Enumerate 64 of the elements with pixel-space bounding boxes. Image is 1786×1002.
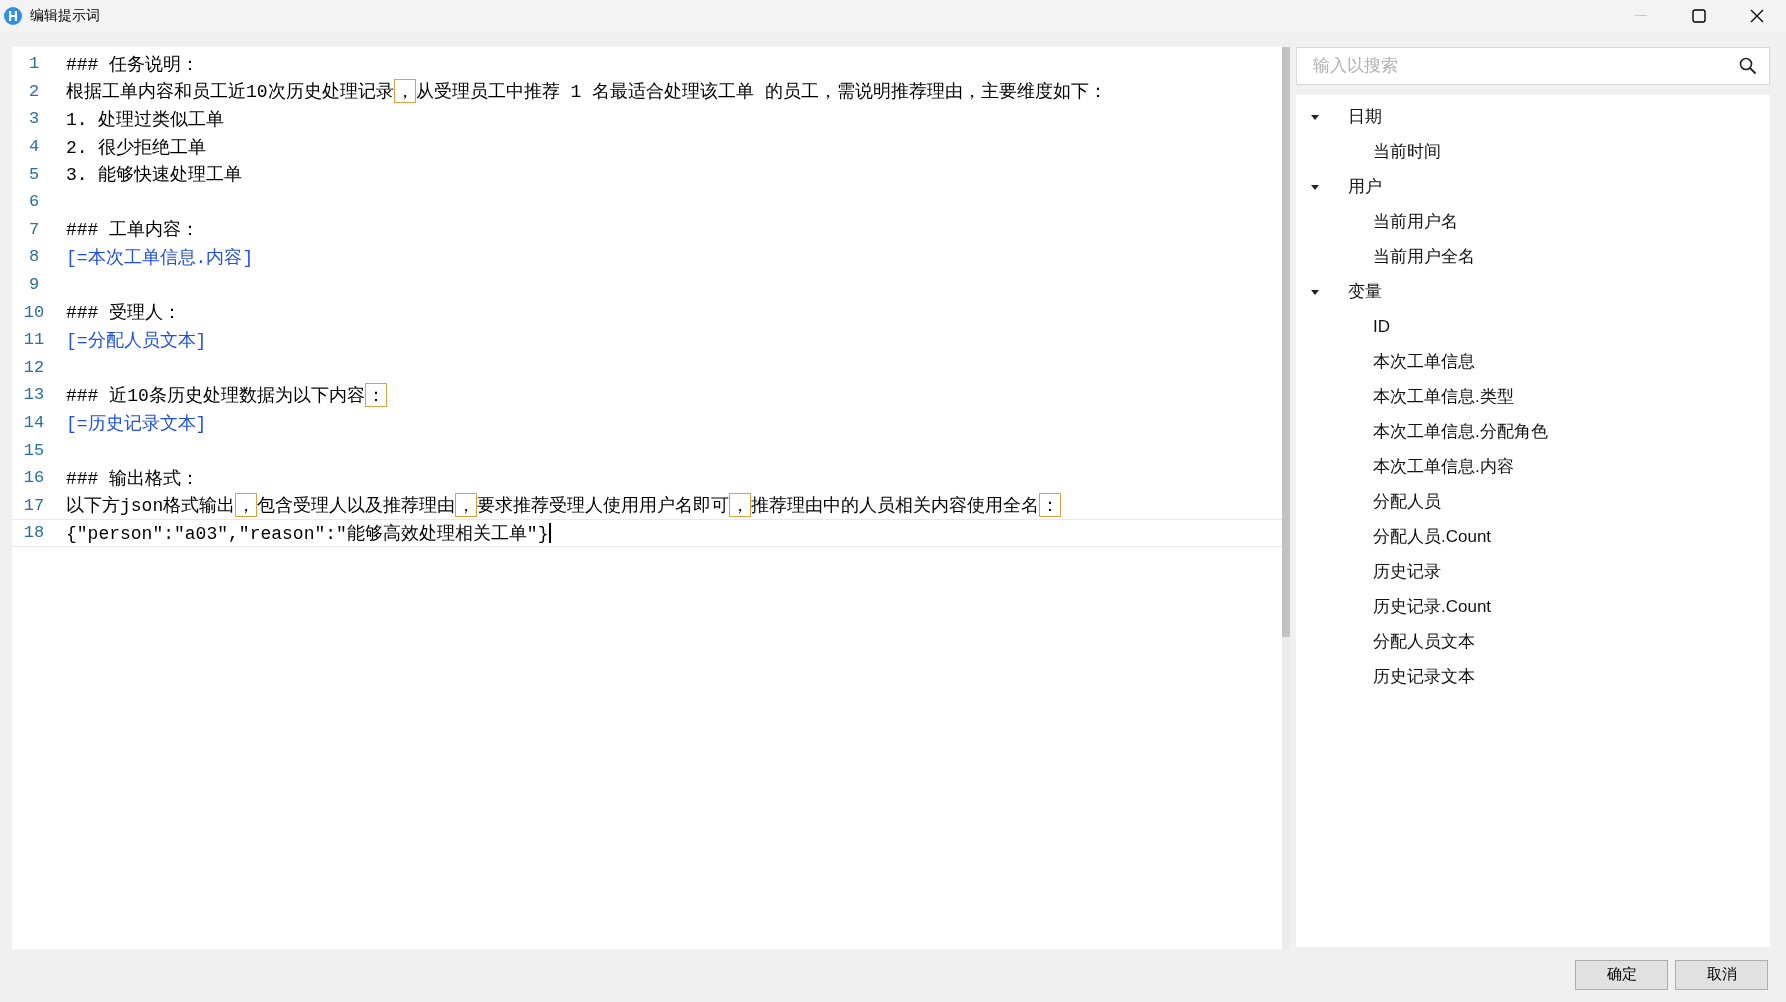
code-line: 1. 处理过类似工单 [66, 109, 225, 131]
tree-item[interactable]: ID [1296, 309, 1770, 344]
tree-item[interactable]: 分配人员 [1296, 484, 1770, 519]
tree-item[interactable]: 历史记录.Count [1296, 589, 1770, 624]
tree-group[interactable]: 用户 [1296, 169, 1770, 204]
line-number: 18 [22, 523, 46, 543]
code-line: ### 工单内容： [66, 219, 200, 242]
maximize-icon [1692, 9, 1706, 23]
code-line: 3. 能够快速处理工单 [66, 164, 243, 187]
line-number: 2 [27, 81, 41, 101]
tree-item[interactable]: 本次工单信息.内容 [1296, 449, 1770, 484]
code-line: ### 输出格式： [66, 467, 200, 490]
minimize-icon [1635, 15, 1647, 17]
code-line: 以下方json格式输出，包含受理人以及推荐理由，要求推荐受理人使用用户名即可，推荐理由中的人员相关内容使用全名： [66, 493, 1062, 518]
code-line: [=历史记录文本] [66, 412, 207, 435]
tree-item[interactable]: 分配人员.Count [1296, 519, 1770, 554]
scrollbar-track[interactable] [1282, 47, 1290, 949]
line-number: 15 [22, 440, 46, 460]
line-number: 7 [27, 219, 41, 239]
line-number: 11 [22, 330, 46, 350]
search-input[interactable]: 输入以搜索 [1311, 55, 1739, 77]
tree-item[interactable]: 分配人员文本 [1296, 624, 1770, 659]
code-line: 2. 很少拒绝工单 [66, 136, 207, 159]
scrollbar-thumb[interactable] [1282, 47, 1290, 637]
code-line: ### 任务说明： [66, 53, 200, 76]
tree-group[interactable]: 日期 [1296, 99, 1770, 134]
code-line: 根据工单内容和员工近10次历史处理记录，从受理员工中推荐 1 名最适合处理该工单 的员工，需说明推荐理由，主要维度如下： [66, 79, 1107, 104]
tree-item[interactable]: 历史记录 [1296, 554, 1770, 589]
line-number: 8 [27, 247, 41, 267]
line-number: 14 [22, 413, 46, 432]
line-number: 5 [27, 164, 41, 184]
tree-item[interactable]: 历史记录文本 [1296, 659, 1770, 694]
line-number: 3 [27, 109, 41, 129]
tree-item[interactable]: 当前时间 [1296, 134, 1770, 169]
code-line: ### 受理人： [66, 302, 182, 325]
line-number: 13 [22, 385, 46, 405]
line-number: 10 [22, 302, 46, 322]
code-line: ### 近10条历史处理数据为以下内容： [66, 382, 387, 407]
tree-item[interactable]: 本次工单信息.分配角色 [1296, 414, 1770, 449]
code-line: {"person":"a03","reason":"能够高效处理相关工单"} [66, 520, 552, 545]
close-icon [1750, 9, 1764, 23]
tree-item[interactable]: 本次工单信息.类型 [1296, 379, 1770, 414]
line-number: 12 [22, 357, 46, 377]
search-icon[interactable] [1739, 57, 1757, 75]
tree-group-label: 变量 [1348, 281, 1382, 303]
tree-group-label: 日期 [1348, 106, 1382, 128]
search-field[interactable]: 输入以搜索 [1296, 47, 1770, 85]
ok-button[interactable]: 确定 [1575, 959, 1668, 990]
tree-item[interactable]: 当前用户名 [1296, 204, 1770, 239]
code-line: [=分配人员文本] [66, 329, 207, 352]
tree-item[interactable]: 本次工单信息 [1296, 344, 1770, 379]
line-number: 17 [22, 495, 46, 515]
line-number: 9 [27, 275, 41, 295]
tree-group-label: 用户 [1348, 176, 1382, 198]
line-number: 16 [22, 468, 46, 488]
tree-item[interactable]: 当前用户全名 [1296, 239, 1770, 274]
line-number: 1 [27, 54, 41, 74]
app-logo-icon [4, 7, 22, 25]
code-line: [=本次工单信息.内容] [66, 246, 254, 269]
cancel-button[interactable]: 取消 [1675, 959, 1768, 990]
window-title: 编辑提示词 [30, 7, 101, 25]
line-number: 6 [27, 192, 41, 212]
line-number: 4 [27, 137, 41, 157]
tree-group[interactable]: 变量 [1296, 274, 1770, 309]
